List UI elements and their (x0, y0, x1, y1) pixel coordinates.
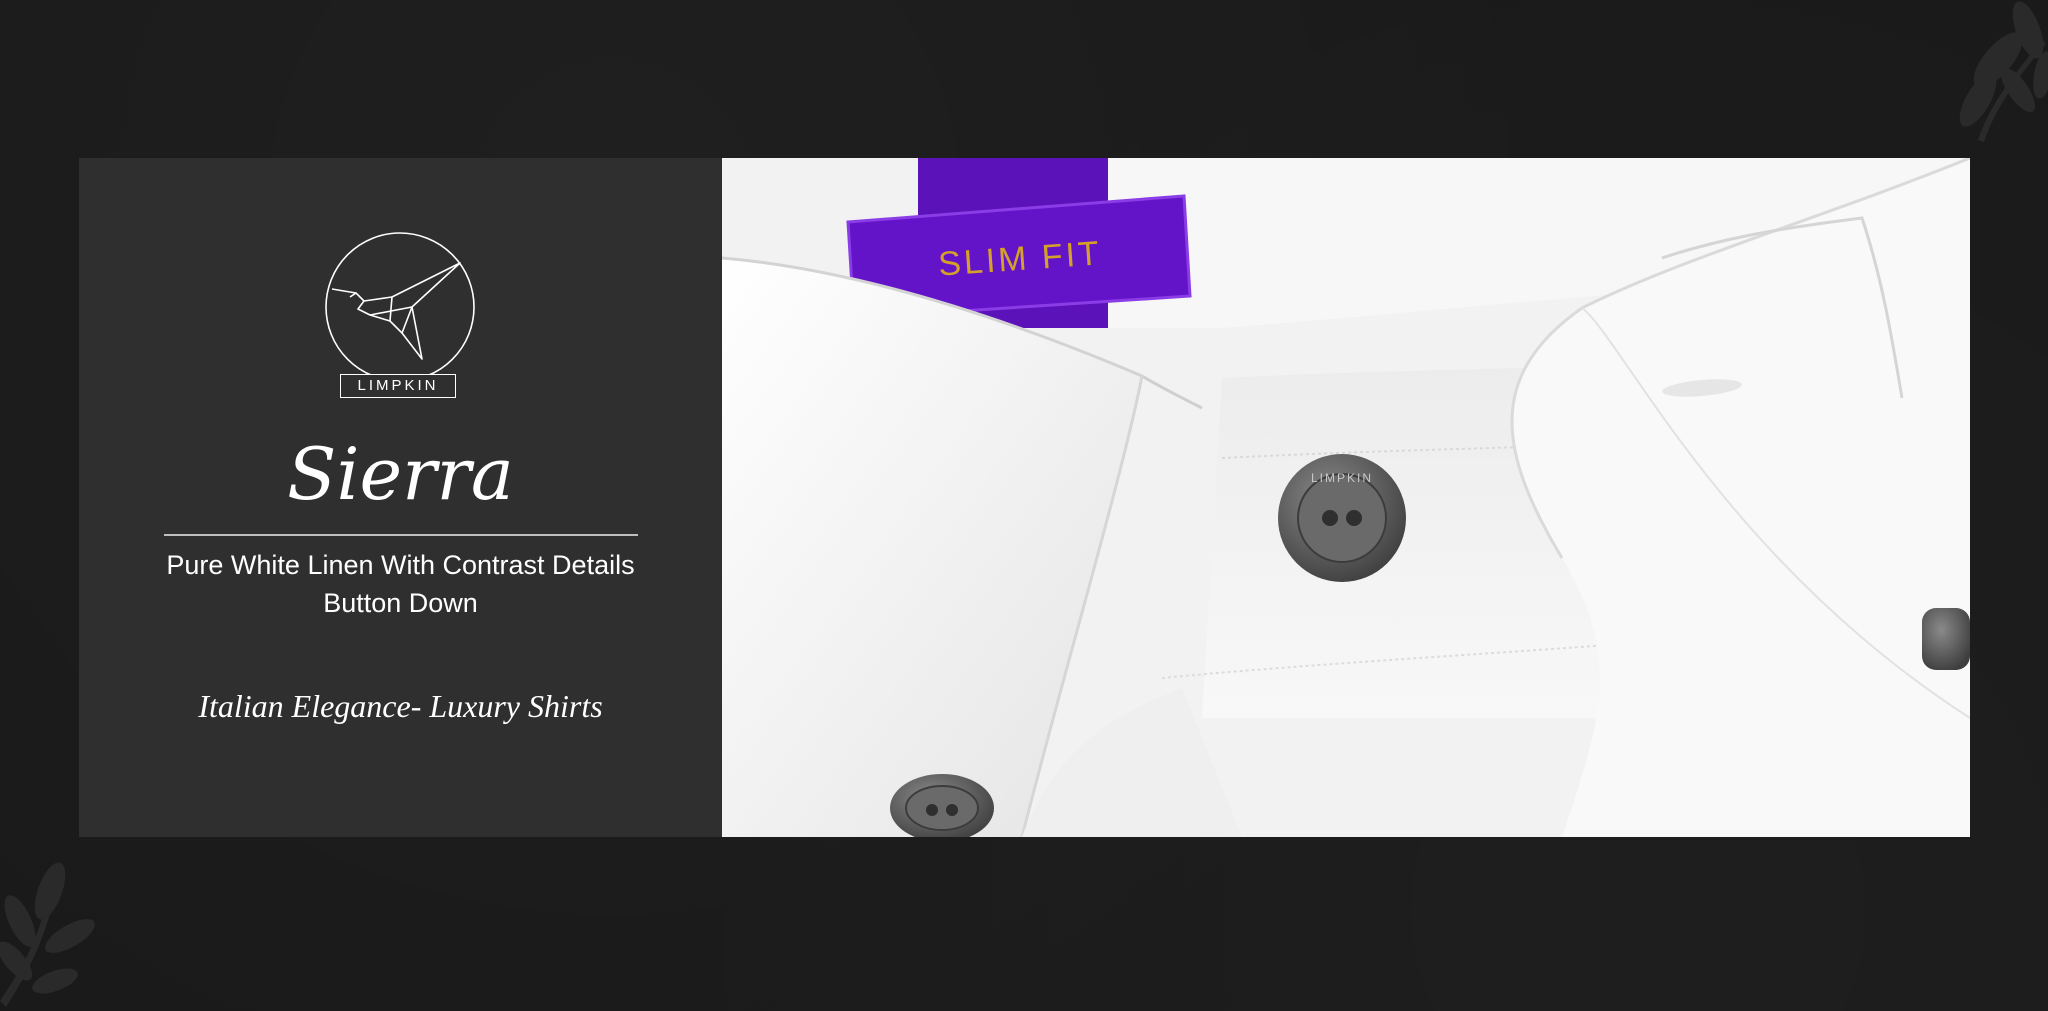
tagline: Italian Elegance- Luxury Shirts (198, 688, 603, 724)
product-banner: LIMPKIN Sierra Pure White Linen With Con… (79, 158, 1970, 837)
product-info-panel: LIMPKIN Sierra Pure White Linen With Con… (79, 158, 722, 837)
leaf-branch-icon (1959, 1, 2048, 142)
shirt-collar-photo: SLIM FIT LIMPKIN (722, 158, 1970, 837)
collar-tip-button (1922, 608, 1970, 670)
collar-button: LIMPKIN (1278, 454, 1406, 582)
leaf-branch-icon (0, 862, 95, 1007)
divider (164, 534, 638, 536)
product-style: Button Down (323, 588, 478, 618)
button-engraving: LIMPKIN (1311, 471, 1373, 485)
product-name: Sierra (287, 432, 514, 516)
product-description: Pure White Linen With Contrast Details (166, 550, 635, 580)
brand-name: LIMPKIN (340, 374, 456, 398)
